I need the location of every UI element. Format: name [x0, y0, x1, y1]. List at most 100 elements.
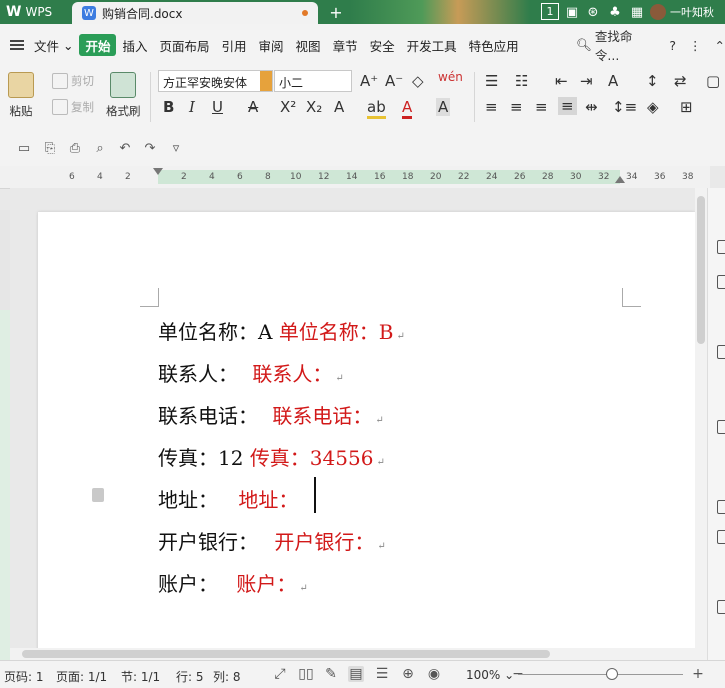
shading-icon[interactable]: ◈	[647, 98, 659, 116]
hamburger-menu-icon[interactable]	[10, 40, 24, 50]
menu-home[interactable]: 开始	[79, 34, 117, 56]
pages-status[interactable]: 页面: 1/1	[56, 668, 107, 685]
fullscreen-icon[interactable]: ⤢	[272, 666, 288, 682]
zoom-level[interactable]: 100% ⌄	[466, 668, 514, 682]
text-effect-icon[interactable]: A	[334, 98, 344, 116]
customize-icon[interactable]: ▿	[168, 141, 184, 156]
share-icon[interactable]: ⊛	[584, 3, 602, 21]
eye-protection-icon[interactable]: ◉	[426, 666, 442, 682]
cut-button[interactable]: 剪切	[52, 73, 94, 89]
help-icon[interactable]: ?	[669, 38, 676, 53]
shrink-font-icon[interactable]: A⁻	[385, 72, 403, 90]
skin-icon[interactable]: ♣	[606, 3, 624, 21]
page-view-icon[interactable]: ▤	[348, 666, 364, 682]
page-number-status[interactable]: 页码: 1	[4, 668, 44, 685]
border-icon[interactable]: ▢	[706, 72, 720, 90]
menu-references[interactable]: 引用	[216, 34, 253, 56]
line-spacing-icon[interactable]: ↕≡	[612, 98, 637, 116]
numbered-list-icon[interactable]: ☷	[515, 72, 528, 90]
redo-icon[interactable]: ↷	[142, 141, 158, 156]
text-direction-icon[interactable]: A	[608, 72, 618, 90]
settings-icon[interactable]	[717, 600, 725, 614]
sort-icon[interactable]: ↕	[646, 72, 659, 90]
font-name-select[interactable]: 方正罕安晚安体	[158, 70, 273, 92]
menu-developer[interactable]: 开发工具	[401, 34, 463, 56]
save-as-icon[interactable]: ⎘	[42, 141, 58, 156]
text-line[interactable]: 账户： 账户： ↵	[158, 568, 308, 597]
text-line[interactable]: 传真：12 传真：34556 ↵	[158, 442, 385, 471]
copy-button[interactable]: 复制	[52, 99, 94, 115]
more-icon[interactable]: ⋮	[689, 38, 702, 53]
picture-icon[interactable]	[717, 345, 725, 359]
outline-view-icon[interactable]: ☰	[374, 666, 390, 682]
align-left-icon[interactable]: ≡	[485, 98, 498, 116]
text-line[interactable]: 开户银行： 开户银行： ↵	[158, 526, 386, 555]
underline-icon[interactable]: U	[212, 98, 223, 116]
paste-button[interactable]: 粘贴	[8, 72, 34, 119]
menu-features[interactable]: 特色应用	[463, 34, 525, 56]
doc-icon[interactable]	[717, 240, 725, 254]
table-border-icon[interactable]: ⊞	[680, 98, 693, 116]
menu-insert[interactable]: 插入	[116, 34, 153, 56]
zoom-in-icon[interactable]: +	[690, 666, 706, 682]
row-status[interactable]: 行: 5	[176, 668, 204, 685]
font-size-select[interactable]: 小二	[274, 70, 352, 92]
wps-app-button[interactable]: W WPS	[0, 0, 72, 24]
text-line[interactable]: 地址： 地址：	[158, 484, 301, 513]
tablet-icon[interactable]	[717, 420, 725, 434]
user-account[interactable]: 一叶知秋	[650, 2, 725, 22]
print-icon[interactable]: ⎙	[67, 141, 83, 156]
print-preview-icon[interactable]: ⌕	[92, 141, 108, 156]
grow-font-icon[interactable]: A⁺	[360, 72, 378, 90]
horizontal-scroll-thumb[interactable]	[22, 650, 550, 658]
section-status[interactable]: 节: 1/1	[121, 668, 160, 685]
vertical-scroll-thumb[interactable]	[697, 196, 705, 344]
column-status[interactable]: 列: 8	[213, 668, 241, 685]
align-center-icon[interactable]: ≡	[510, 98, 523, 116]
format-painter-button[interactable]: 格式刷	[106, 72, 141, 119]
bullet-list-icon[interactable]: ☰	[485, 72, 498, 90]
apps-icon[interactable]: ▦	[628, 3, 646, 21]
italic-icon[interactable]: I	[189, 98, 195, 116]
increase-indent-icon[interactable]: ⇥	[580, 72, 593, 90]
paragraph-handle-icon[interactable]	[92, 488, 104, 502]
distribute-icon[interactable]: ⇹	[585, 98, 598, 116]
align-right-icon[interactable]: ≡	[535, 98, 548, 116]
document-tab[interactable]: W 购销合同.docx	[72, 2, 318, 24]
menu-view[interactable]: 视图	[290, 34, 327, 56]
layout-icon[interactable]: ▣	[563, 3, 581, 21]
zoom-slider-handle[interactable]	[606, 668, 618, 680]
undo-icon[interactable]: ↶	[117, 141, 133, 156]
menu-review[interactable]: 审阅	[253, 34, 290, 56]
highlight-icon[interactable]: ab	[367, 98, 386, 119]
text-line[interactable]: 单位名称：A 单位名称：B ↵	[158, 316, 405, 345]
show-marks-icon[interactable]: ⇄	[674, 72, 687, 90]
strikethrough-icon[interactable]: A	[248, 98, 258, 116]
menu-file[interactable]: 文件 ⌄	[28, 34, 79, 56]
command-search[interactable]: 🔍︎ 查找命令... ? ⋮ ⌃	[576, 29, 725, 63]
web-view-icon[interactable]: ⊕	[400, 666, 416, 682]
text-line[interactable]: 联系电话： 联系电话： ↵	[158, 400, 384, 429]
subscript-icon[interactable]: X₂	[306, 98, 322, 116]
pinyin-icon[interactable]: wén	[438, 70, 463, 84]
first-indent-marker[interactable]	[153, 168, 163, 175]
menu-page-layout[interactable]: 页面布局	[154, 34, 216, 56]
image-icon[interactable]	[717, 500, 725, 514]
zoom-slider[interactable]	[518, 674, 683, 675]
clear-format-icon[interactable]: ◇	[412, 72, 424, 90]
font-color-icon[interactable]: A	[402, 98, 413, 119]
menu-section[interactable]: 章节	[327, 34, 364, 56]
superscript-icon[interactable]: X²	[280, 98, 296, 116]
char-shading-icon[interactable]: A	[436, 98, 451, 116]
save-icon[interactable]: ▭	[16, 141, 32, 156]
pen-icon[interactable]: ✎	[323, 666, 339, 682]
edit-icon[interactable]	[717, 530, 725, 544]
text-line[interactable]: 联系人： 联系人： ↵	[158, 358, 344, 387]
justify-icon[interactable]: ≡	[558, 97, 577, 115]
document-page[interactable]	[38, 212, 695, 660]
bold-icon[interactable]: B	[163, 98, 174, 116]
chevron-down-icon[interactable]	[260, 71, 272, 91]
menu-security[interactable]: 安全	[364, 34, 401, 56]
new-tab-button[interactable]: +	[326, 3, 346, 22]
read-mode-icon[interactable]: ▯▯	[298, 666, 314, 682]
